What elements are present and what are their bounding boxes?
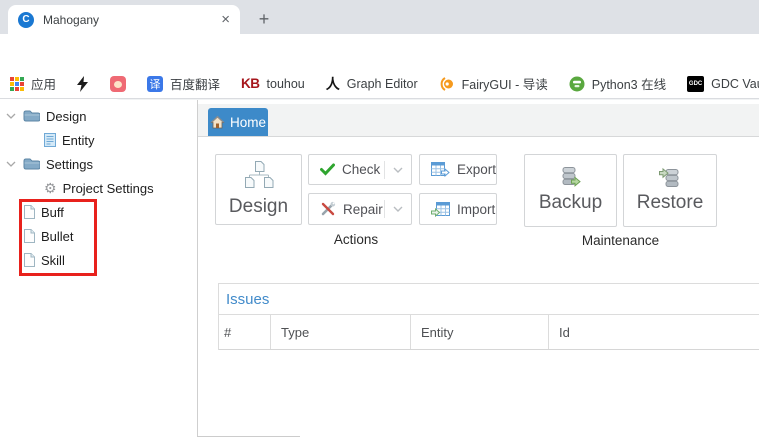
bookmark-lightning[interactable] <box>77 76 89 92</box>
fairygui-icon <box>439 76 455 92</box>
tree-item-label: Entity <box>62 133 95 148</box>
column-header-id: Id <box>549 315 759 349</box>
chevron-down-icon <box>393 206 403 212</box>
bookmark-baidu-translate[interactable]: 译 百度翻译 <box>147 74 220 93</box>
browser-toolbar: ← → ⟳ i localhost:44213/#home <box>0 34 759 69</box>
bookmark-label: 百度翻译 <box>170 74 220 93</box>
restore-database-icon <box>659 167 681 187</box>
column-header-type: Type <box>271 315 411 349</box>
repair-tools-icon <box>320 201 336 217</box>
repair-dropdown-arrow[interactable] <box>385 206 411 212</box>
backup-button[interactable]: Backup <box>524 154 617 227</box>
chevron-down-icon <box>393 167 403 173</box>
restore-button-label: Restore <box>637 192 704 214</box>
kb-badge-icon: KB <box>241 76 260 91</box>
bookmark-graph-editor[interactable]: 人 Graph Editor <box>326 74 418 94</box>
document-icon <box>44 133 56 147</box>
sidebar-separator <box>197 100 198 436</box>
folder-icon <box>23 110 40 123</box>
content-bottom-edge <box>197 436 300 437</box>
issues-panel: Issues # Type Entity Id <box>218 283 759 350</box>
bookmark-fairygui[interactable]: FairyGUI - 导读 <box>439 74 548 93</box>
restore-button[interactable]: Restore <box>623 154 717 227</box>
issues-panel-title: Issues <box>219 284 759 315</box>
repair-button-label: Repair <box>343 202 383 217</box>
export-button-label: Export <box>457 162 496 177</box>
import-button-label: Import <box>457 202 495 217</box>
tab-home-label: Home <box>230 115 266 130</box>
check-button-label: Check <box>342 162 380 177</box>
bookmark-label: FairyGUI - 导读 <box>462 74 548 93</box>
new-tab-button[interactable]: + <box>252 8 276 30</box>
lightning-icon <box>77 76 89 92</box>
bookmark-apps[interactable]: 应用 <box>10 74 56 93</box>
python-icon <box>569 76 585 92</box>
tab-close-icon[interactable]: × <box>221 12 230 27</box>
import-button[interactable]: Import <box>419 193 497 225</box>
export-button[interactable]: Export <box>419 154 497 185</box>
bookmark-label: GDC Vault <box>711 77 759 91</box>
repair-split-button[interactable]: Repair <box>308 193 412 225</box>
tree-item-project-settings[interactable]: ⚙ Project Settings <box>44 176 154 200</box>
browser-tab-strip: C Mahogany × + <box>0 0 759 34</box>
bookmark-label: Graph Editor <box>347 77 418 91</box>
translate-badge-icon: 译 <box>147 76 163 92</box>
backup-database-icon <box>560 167 582 187</box>
column-header-number: # <box>219 315 271 349</box>
gear-icon: ⚙ <box>44 181 57 195</box>
backup-button-label: Backup <box>539 192 602 214</box>
design-sitemap-icon <box>241 161 277 191</box>
folder-icon <box>23 158 40 171</box>
maintenance-group-label: Maintenance <box>524 233 717 248</box>
bookmark-label: touhou <box>267 77 305 91</box>
design-button[interactable]: Design <box>215 154 302 225</box>
chevron-down-icon[interactable] <box>6 113 16 119</box>
browser-tab[interactable]: C Mahogany × <box>8 5 240 34</box>
home-icon <box>210 115 225 129</box>
chevron-down-icon[interactable] <box>6 161 16 167</box>
tree-item-settings[interactable]: Settings <box>6 152 93 176</box>
column-header-entity: Entity <box>411 315 549 349</box>
bookmark-gdc-vault[interactable]: GDC GDC Vault <box>687 76 759 92</box>
avatar-icon <box>110 76 126 92</box>
site-favicon-icon: C <box>18 12 34 28</box>
tree-item-design[interactable]: Design <box>6 104 86 128</box>
tab-title: Mahogany <box>43 13 99 27</box>
tab-home[interactable]: Home <box>208 108 268 136</box>
bookmark-python3[interactable]: Python3 在线 <box>569 74 666 93</box>
page-tab-bar: Home <box>198 104 759 137</box>
bookmark-label: 应用 <box>31 74 56 93</box>
gdc-badge-icon: GDC <box>687 76 704 92</box>
check-dropdown-arrow[interactable] <box>385 167 411 173</box>
bookmark-touhou[interactable]: KB touhou <box>241 76 305 91</box>
import-table-icon <box>431 202 450 217</box>
annotation-red-box <box>19 199 97 276</box>
export-table-icon <box>431 162 450 177</box>
tree-item-label: Design <box>46 109 86 124</box>
check-split-button[interactable]: Check <box>308 154 412 185</box>
person-icon: 人 <box>326 74 340 94</box>
check-icon <box>320 163 335 176</box>
tree-item-entity[interactable]: Entity <box>44 128 95 152</box>
tree-item-label: Project Settings <box>63 181 154 196</box>
issues-table-header: # Type Entity Id <box>219 315 759 350</box>
bookmark-label: Python3 在线 <box>592 74 666 93</box>
bookmark-avatar[interactable] <box>110 76 126 92</box>
apps-grid-icon <box>10 77 24 91</box>
actions-group-label: Actions <box>215 232 497 247</box>
design-button-label: Design <box>229 196 288 218</box>
tree-item-label: Settings <box>46 157 93 172</box>
bookmarks-bar: 应用 译 百度翻译 KB touhou 人 Graph Editor Fairy… <box>0 69 759 99</box>
